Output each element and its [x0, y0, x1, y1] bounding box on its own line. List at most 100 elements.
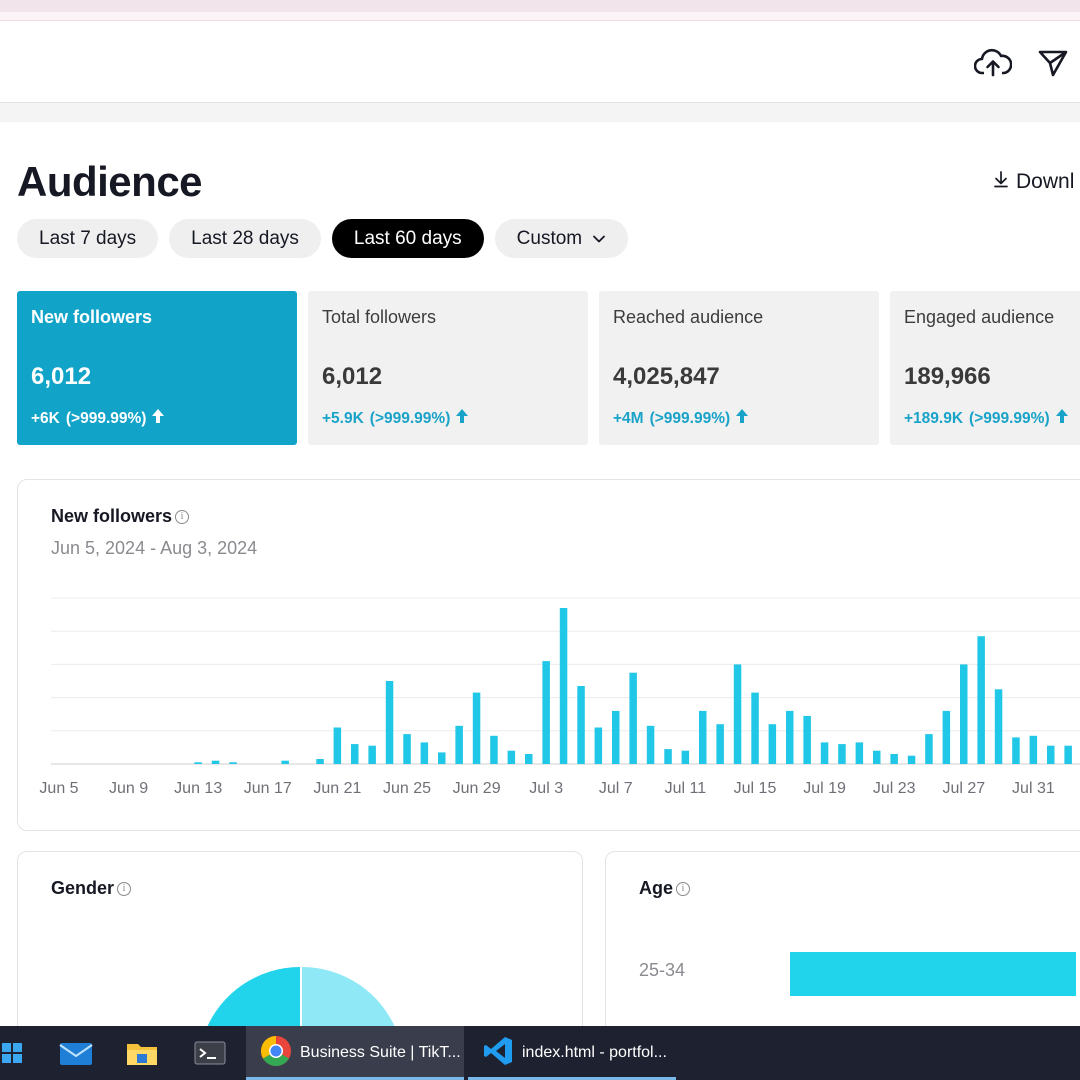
browser-tab-strip [0, 12, 1080, 21]
bar-jul-13[interactable] [716, 724, 724, 764]
metric-title: Reached audience [613, 307, 764, 327]
metric-title: New followers [31, 307, 153, 327]
info-icon[interactable]: i [676, 881, 691, 896]
age-row-bar[interactable] [790, 952, 1076, 996]
new-followers-chart-panel: New followers i Jun 5, 2024 - Aug 3, 202… [17, 479, 1080, 831]
bar-jul-8[interactable] [629, 672, 637, 764]
filter-last-60-days[interactable]: Last 60 days [331, 219, 484, 258]
bar-jul-28[interactable] [977, 636, 985, 764]
metric-card-engaged-audience[interactable]: Engaged audience 189,966 +189.9K (>999.9… [890, 291, 1080, 445]
download-label: Downl [1016, 170, 1075, 193]
gender-slice-primary[interactable] [205, 966, 301, 1026]
bar-aug-2[interactable] [1064, 745, 1072, 764]
bar-jun-24[interactable] [385, 681, 394, 764]
windows-start-icon[interactable] [0, 1026, 26, 1080]
chrome-icon [260, 1035, 292, 1072]
bar-jul-17[interactable] [786, 710, 794, 764]
browser-top-strip [0, 0, 1080, 12]
metric-delta: +189.9K (>999.99%) [904, 409, 1068, 428]
bar-jun-13[interactable] [194, 762, 202, 764]
vscode-icon [482, 1035, 514, 1072]
terminal-icon[interactable] [186, 1026, 234, 1080]
metric-value: 189,966 [904, 363, 991, 390]
file-explorer-icon[interactable] [118, 1026, 166, 1080]
x-tick-label: Jul 23 [873, 780, 916, 797]
bar-jun-14[interactable] [211, 760, 220, 764]
bar-jun-22[interactable] [351, 744, 359, 764]
bar-jul-15[interactable] [751, 692, 759, 764]
arrow-up-icon [1055, 409, 1068, 428]
bar-jul-14[interactable] [733, 664, 742, 764]
bar-jun-26[interactable] [420, 742, 429, 764]
metric-card-total-followers[interactable]: Total followers 6,012 +5.9K (>999.99%) [308, 291, 588, 445]
filter-custom-dropdown[interactable]: Custom [494, 219, 629, 258]
bar-jul-21[interactable] [855, 742, 864, 764]
bar-jun-21[interactable] [333, 727, 342, 765]
filter-label: Last 60 days [353, 227, 462, 249]
chevron-down-icon [592, 228, 606, 250]
delta-amount: +6K [31, 409, 60, 427]
taskbar-app-chrome[interactable]: Business Suite | TikT... [246, 1026, 464, 1080]
send-icon[interactable] [1033, 43, 1073, 83]
bar-jul-1[interactable] [507, 750, 516, 764]
bar-jun-18[interactable] [281, 760, 289, 764]
bar-jul-4[interactable] [559, 608, 568, 764]
bar-jul-30[interactable] [1012, 737, 1020, 764]
bar-jun-20[interactable] [316, 759, 324, 764]
bar-jul-29[interactable] [994, 689, 1003, 764]
windows-taskbar: Business Suite | TikT... index.html - po… [0, 1026, 1080, 1080]
x-tick-label: Jun 25 [383, 780, 431, 797]
filter-last-28-days[interactable]: Last 28 days [169, 219, 321, 258]
bar-jun-15[interactable] [229, 762, 237, 764]
bar-jun-27[interactable] [438, 752, 446, 764]
bar-jul-22[interactable] [873, 750, 881, 764]
arrow-up-icon [152, 409, 165, 428]
metric-value: 6,012 [322, 363, 383, 390]
bar-jul-10[interactable] [664, 749, 672, 764]
bar-jul-24[interactable] [907, 755, 916, 764]
bar-jul-7[interactable] [612, 710, 620, 764]
bar-jul-12[interactable] [699, 710, 707, 764]
age-title-text: Age [639, 878, 674, 898]
arrow-up-icon [456, 409, 469, 428]
delta-percent: (>999.99%) [65, 409, 147, 427]
page-title: Audience [17, 158, 203, 205]
x-tick-label: Jul 11 [665, 780, 707, 797]
filter-last-7-days[interactable]: Last 7 days [17, 219, 159, 258]
bar-jul-20[interactable] [838, 744, 846, 764]
bar-jul-11[interactable] [681, 750, 690, 764]
metric-card-new-followers[interactable]: New followers 6,012 +6K (>999.99%) [17, 291, 297, 445]
bar-jul-18[interactable] [803, 715, 811, 764]
bar-jul-25[interactable] [925, 734, 933, 764]
bar-jul-5[interactable] [577, 686, 585, 764]
mail-icon[interactable] [52, 1026, 100, 1080]
metric-card-reached-audience[interactable]: Reached audience 4,025,847 +4M (>999.99%… [599, 291, 879, 445]
download-button[interactable]: Downl [992, 170, 1074, 194]
bar-jul-19[interactable] [820, 742, 829, 764]
bar-jun-25[interactable] [403, 734, 411, 764]
bar-jul-3[interactable] [542, 661, 550, 764]
bar-jul-2[interactable] [525, 754, 533, 764]
date-filter-group: Last 7 days Last 28 days Last 60 days Cu… [17, 219, 629, 258]
bar-jul-6[interactable] [594, 727, 603, 765]
taskbar-app-vscode[interactable]: index.html - portfol... [468, 1026, 678, 1080]
bar-jun-30[interactable] [490, 735, 498, 764]
age-panel: Age i 25-34 [605, 851, 1080, 1026]
bar-jul-27[interactable] [960, 664, 968, 764]
bar-jun-23[interactable] [368, 745, 376, 764]
bar-jul-16[interactable] [768, 724, 777, 764]
bar-jul-26[interactable] [942, 710, 951, 764]
x-tick-label: Jul 19 [803, 780, 846, 797]
age-row-label: 25-34 [639, 960, 686, 980]
bar-jul-9[interactable] [646, 725, 655, 764]
x-tick-label: Jul 3 [529, 780, 563, 797]
bar-jul-31[interactable] [1029, 735, 1038, 764]
bar-jul-23[interactable] [890, 754, 898, 764]
gender-slice-secondary[interactable] [301, 966, 397, 1026]
cloud-upload-icon[interactable] [973, 43, 1013, 83]
bar-aug-1[interactable] [1047, 745, 1055, 764]
filter-label: Custom [516, 227, 583, 249]
bar-jun-29[interactable] [472, 692, 481, 764]
age-title: Age i [639, 878, 691, 899]
bar-jun-28[interactable] [455, 725, 463, 764]
